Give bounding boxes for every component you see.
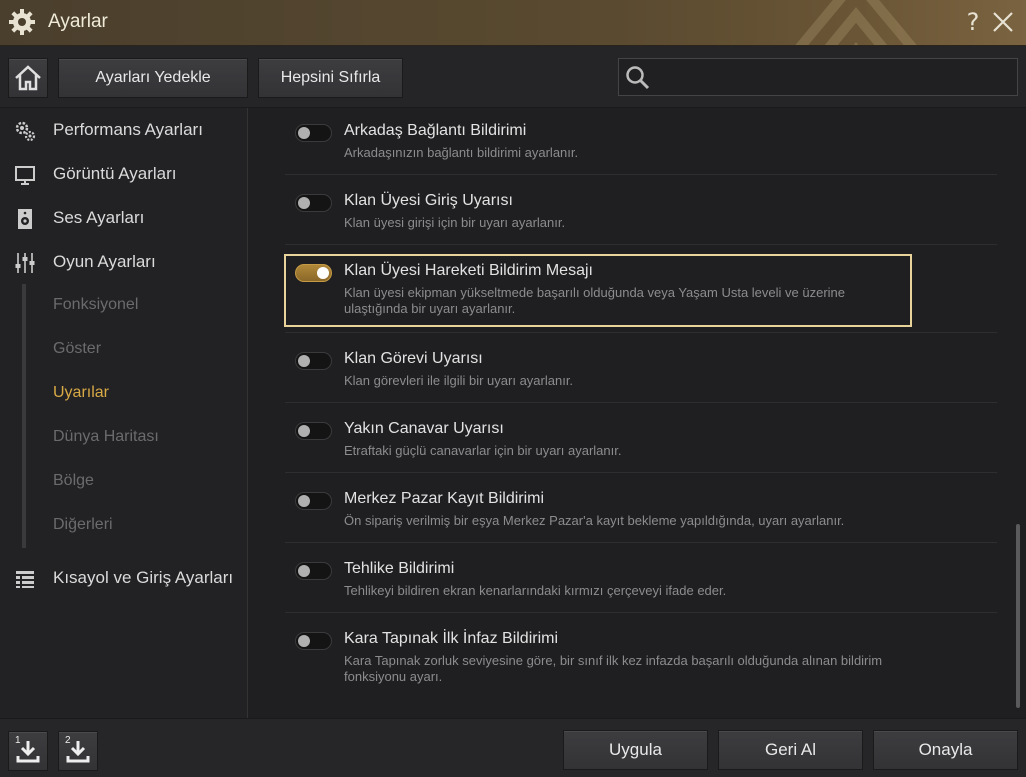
toggle-switch[interactable] (295, 492, 332, 510)
monitor-icon (15, 166, 35, 185)
sidebar-item-shortcuts[interactable]: Kısayol ve Giriş Ayarları (0, 558, 248, 598)
toggle-switch[interactable] (295, 422, 332, 440)
close-icon[interactable] (991, 10, 1015, 34)
sidebar-item-display[interactable]: Görüntü Ayarları (0, 154, 248, 194)
sidebar-item-label: Performans Ayarları (53, 120, 203, 139)
toolbar: Ayarları Yedekle Hepsini Sıfırla (0, 46, 1026, 108)
sidebar-item-label: Kısayol ve Giriş Ayarları (53, 568, 234, 587)
window-title: Ayarlar (48, 11, 108, 32)
toggle-switch[interactable] (295, 562, 332, 580)
setting-title: Tehlike Bildirimi (344, 560, 455, 577)
setting-description: Klan üyesi girişi için bir uyarı ayarlan… (344, 215, 566, 230)
confirm-button[interactable]: Onayla (873, 730, 1018, 770)
sidebar-item-performance[interactable]: Performans Ayarları (0, 110, 248, 150)
toggle-switch[interactable] (295, 194, 332, 212)
help-button[interactable]: ? (962, 8, 984, 38)
scrollbar[interactable] (1016, 524, 1020, 708)
list-icon (16, 571, 34, 588)
sidebar: Performans Ayarları Görüntü Ayarları Ses… (0, 108, 248, 718)
speaker-icon (18, 209, 32, 229)
home-button[interactable] (8, 58, 48, 98)
preset-number: 2 (65, 735, 71, 746)
apply-button[interactable]: Uygula (563, 730, 708, 770)
setting-description: Kara Tapınak zorluk seviyesine göre, bir… (344, 653, 883, 684)
setting-description: Arkadaşınızın bağlantı bildirimi ayarlan… (344, 145, 579, 160)
sub-item-functional[interactable]: Fonksiyonel (53, 296, 138, 314)
sidebar-item-sound[interactable]: Ses Ayarları (0, 198, 248, 238)
preset-1-button[interactable]: 1 (8, 731, 48, 771)
sidebar-item-game[interactable]: Oyun Ayarları (0, 242, 248, 282)
bottom-bar: 1 2 Uygula Geri Al Onayla (0, 718, 1026, 777)
toggle-switch[interactable] (295, 124, 332, 142)
setting-description: Etraftaki güçlü canavarlar için bir uyar… (344, 443, 622, 458)
toggle-switch[interactable] (295, 352, 332, 370)
sub-item-others[interactable]: Diğerleri (53, 516, 113, 534)
sidebar-item-label: Ses Ayarları (53, 208, 145, 227)
setting-row: Klan Görevi Uyarısı Klan görevleri ile i… (285, 333, 997, 403)
setting-title: Merkez Pazar Kayıt Bildirimi (344, 490, 545, 507)
sub-item-alerts[interactable]: Uyarılar (53, 384, 109, 402)
setting-row: Arkadaş Bağlantı Bildirimi Arkadaşınızın… (285, 108, 997, 175)
setting-row: Tehlike Bildirimi Tehlikeyi bildiren ekr… (285, 543, 997, 613)
gear-icon (9, 9, 35, 35)
setting-title: Kara Tapınak İlk İnfaz Bildirimi (344, 630, 559, 647)
toggle-switch[interactable] (295, 632, 332, 650)
search-icon[interactable] (625, 65, 651, 91)
sliders-icon (15, 253, 35, 273)
setting-title: Klan Üyesi Giriş Uyarısı (344, 192, 513, 209)
setting-description: Ön sipariş verilmiş bir eşya Merkez Paza… (344, 513, 845, 528)
setting-row: Yakın Canavar Uyarısı Etraftaki güçlü ca… (285, 403, 997, 473)
setting-title: Yakın Canavar Uyarısı (344, 420, 504, 437)
submenu-line (22, 284, 26, 548)
sidebar-item-label: Oyun Ayarları (53, 252, 156, 271)
search-input[interactable] (657, 63, 1012, 91)
question-icon: ? (966, 8, 980, 36)
setting-title: Arkadaş Bağlantı Bildirimi (344, 122, 527, 139)
settings-list: Arkadaş Bağlantı Bildirimi Arkadaşınızın… (249, 108, 1026, 718)
gears-icon (15, 121, 36, 142)
preset-2-button[interactable]: 2 (58, 731, 98, 771)
selected-row-highlight (284, 254, 912, 327)
sub-item-region[interactable]: Bölge (53, 472, 94, 490)
decorative-pattern (795, 0, 917, 45)
sub-item-world-map[interactable]: Dünya Haritası (53, 428, 159, 446)
setting-row: Kara Tapınak İlk İnfaz Bildirimi Kara Ta… (285, 613, 997, 703)
reset-all-button[interactable]: Hepsini Sıfırla (258, 58, 403, 98)
search-box (618, 58, 1018, 96)
setting-row: Klan Üyesi Giriş Uyarısı Klan üyesi giri… (285, 175, 997, 245)
backup-settings-button[interactable]: Ayarları Yedekle (58, 58, 248, 98)
revert-button[interactable]: Geri Al (718, 730, 863, 770)
setting-description: Klan görevleri ile ilgili bir uyarı ayar… (344, 373, 574, 388)
title-bar: Ayarlar ? (0, 0, 1026, 46)
setting-row: Merkez Pazar Kayıt Bildirimi Ön sipariş … (285, 473, 997, 543)
setting-description: Tehlikeyi bildiren ekran kenarlarındaki … (344, 583, 727, 598)
sidebar-item-label: Görüntü Ayarları (53, 164, 177, 183)
home-icon (15, 65, 41, 91)
sub-item-display[interactable]: Göster (53, 340, 101, 358)
setting-title: Klan Görevi Uyarısı (344, 350, 483, 367)
preset-number: 1 (15, 735, 21, 746)
